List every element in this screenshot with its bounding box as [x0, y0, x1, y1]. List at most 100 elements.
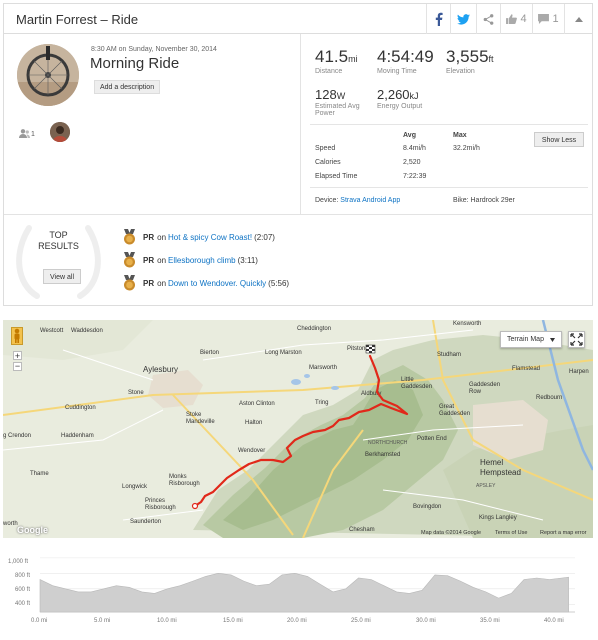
twitter-icon	[457, 13, 470, 25]
activity-header: Martin Forrest – Ride 4 1	[4, 4, 592, 34]
route-line	[193, 354, 409, 508]
chevron-up-icon	[574, 16, 583, 22]
speed-label: Speed	[315, 145, 336, 152]
pr-label: PR	[143, 255, 155, 265]
distance-value: 41.5	[315, 47, 349, 66]
page-title: Martin Forrest – Ride	[16, 12, 139, 27]
top-results-title-1: TOP	[49, 230, 68, 240]
moving-time-value: 4:54:49	[377, 47, 434, 66]
share-button[interactable]	[476, 4, 500, 34]
x-tick-label: 40.0 mi	[544, 618, 564, 624]
laurel-wreath-icon	[16, 225, 101, 299]
y-tick-label: 1,000 ft	[8, 559, 29, 565]
athletes-icon	[19, 129, 30, 141]
calories-label: Calories	[315, 159, 341, 166]
pr-on: on	[157, 255, 167, 265]
energy-value: 2,260	[377, 87, 410, 102]
google-logo: Google	[17, 525, 48, 535]
activity-summary: 8:30 AM on Sunday, November 30, 2014 Mor…	[4, 34, 301, 214]
bike-info: Bike: Hardrock 29er	[453, 197, 515, 204]
pr-time: (3:11)	[237, 255, 258, 265]
elapsed-time-avg: 7:22:39	[403, 173, 427, 180]
elapsed-time-label: Elapsed Time	[315, 173, 358, 180]
elevation-unit: ft	[488, 54, 494, 64]
segment-link[interactable]: Down to Wendover. Quickly	[168, 279, 266, 288]
top-results: TOP RESULTS View all	[7, 214, 110, 306]
x-tick-label: 25.0 mi	[351, 618, 371, 624]
device-info: Device: Strava Android App	[315, 197, 400, 204]
activity-name: Morning Ride	[90, 55, 180, 72]
fullscreen-icon	[570, 333, 583, 346]
elevation-chart-svg	[39, 557, 575, 613]
finish-flag-icon	[365, 344, 376, 354]
pr-label: PR	[143, 278, 155, 288]
pr-time: (5:56)	[268, 278, 290, 288]
x-tick-label: 5.0 mi	[94, 618, 111, 624]
pr-medal-icon	[124, 252, 135, 268]
pr-label: PR	[143, 232, 155, 242]
fullscreen-button[interactable]	[568, 331, 585, 348]
power-unit: W	[336, 91, 346, 101]
map-type-select[interactable]: Terrain Map	[500, 331, 562, 348]
athlete-avatar[interactable]	[17, 44, 79, 106]
group-athlete-avatar[interactable]	[50, 122, 70, 142]
twitter-share-button[interactable]	[450, 4, 476, 34]
pr-medal-icon	[124, 275, 135, 291]
pr-item: PR on Hot & spicy Cow Roast! (2:07)	[122, 229, 275, 245]
elevation-profile-chart[interactable]: 1,000 ft 800 ft 600 ft 400 ft 0.0 mi 5.0…	[3, 546, 593, 638]
pr-on: on	[157, 232, 167, 242]
stat-distance: 41.5mi Distance	[315, 47, 358, 75]
zoom-out-button[interactable]: −	[13, 362, 22, 371]
segment-link[interactable]: Ellesborough climb	[168, 256, 236, 265]
comments-button[interactable]: 1	[532, 4, 564, 34]
moving-time-label: Moving Time	[377, 68, 417, 75]
report-map-error-link[interactable]: Report a map error	[540, 530, 586, 536]
pr-item: PR on Down to Wendover. Quickly (5:56)	[122, 275, 289, 291]
pr-time: (2:07)	[254, 232, 275, 242]
pr-medal-icon	[124, 229, 135, 245]
divider	[310, 124, 588, 125]
stat-moving-time: 4:54:49 Moving Time	[377, 47, 434, 75]
stat-elevation: 3,555ft Elevation	[446, 47, 494, 75]
terms-link[interactable]: Terms of Use	[495, 530, 527, 536]
kudos-button[interactable]: 4	[500, 4, 532, 34]
x-tick-label: 0.0 mi	[31, 618, 48, 624]
x-tick-label: 15.0 mi	[223, 618, 243, 624]
pegman-icon	[14, 328, 20, 343]
start-marker-icon	[191, 502, 199, 510]
activity-card: Martin Forrest – Ride 4 1 8:30 AM on Sun…	[3, 3, 593, 306]
add-description-button[interactable]: Add a description	[94, 80, 161, 94]
street-view-pegman-button[interactable]	[11, 327, 23, 345]
view-all-button[interactable]: View all	[43, 269, 81, 284]
elevation-label: Elevation	[446, 68, 475, 75]
speed-avg: 8.4mi/h	[403, 145, 426, 152]
facebook-share-button[interactable]	[426, 4, 450, 34]
route-overlay	[191, 344, 409, 510]
show-less-button[interactable]: Show Less	[534, 132, 584, 147]
x-tick-label: 30.0 mi	[416, 618, 436, 624]
thumbs-up-icon	[506, 14, 518, 24]
device-link[interactable]: Strava Android App	[340, 197, 400, 204]
map-type-label: Terrain Map	[507, 336, 544, 343]
route-map[interactable]: Westcott Waddesdon Cheddington Kensworth…	[3, 320, 593, 538]
energy-unit: kJ	[409, 91, 419, 101]
pr-item: PR on Ellesborough climb (3:11)	[122, 252, 258, 268]
map-attribution: Map data ©2014 Google	[421, 530, 482, 536]
power-value: 128	[315, 87, 337, 102]
bicycle-wheel-icon	[17, 44, 79, 106]
power-label-1: Estimated Avg	[315, 103, 360, 110]
stat-energy: 2,260kJ Energy Output	[377, 87, 422, 110]
x-tick-label: 35.0 mi	[480, 618, 500, 624]
distance-label: Distance	[315, 68, 343, 75]
y-tick-label: 800 ft	[15, 573, 31, 579]
elevation-area	[39, 572, 569, 613]
segment-link[interactable]: Hot & spicy Cow Roast!	[168, 233, 252, 242]
device-label: Device:	[315, 197, 339, 204]
facebook-icon	[435, 12, 443, 26]
zoom-in-button[interactable]: +	[13, 351, 22, 361]
collapse-button[interactable]	[564, 4, 592, 34]
distance-unit: mi	[348, 54, 358, 64]
calories-avg: 2,520	[403, 159, 421, 166]
divider	[310, 187, 588, 188]
max-header: Max	[453, 132, 467, 139]
